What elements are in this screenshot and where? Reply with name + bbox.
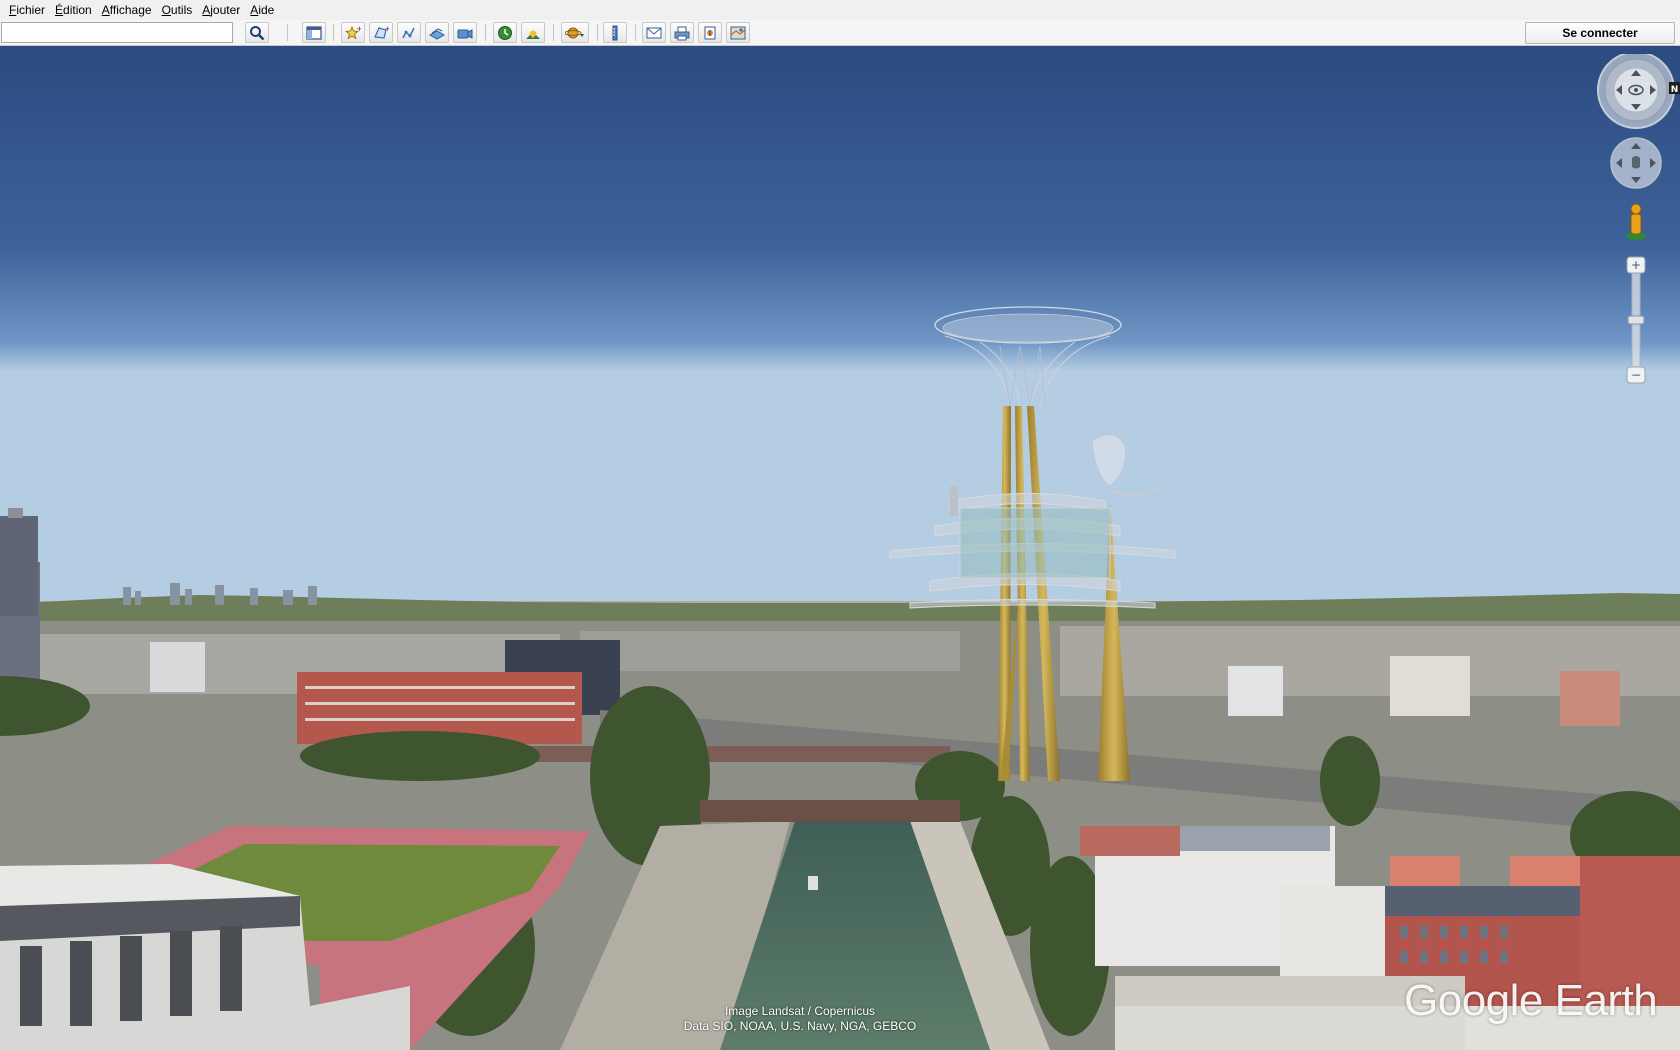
path-icon [402,27,415,38]
toolbar: + + Se connecter [0,20,1680,46]
look-joystick[interactable] [1597,54,1675,129]
add-placemark-button[interactable]: + [341,22,365,43]
search-input[interactable] [1,22,233,43]
planet-switch-icon [565,27,584,38]
earth-3d-view[interactable]: N + − Image Landsat / Copernicus Data SI… [0,46,1680,1050]
historical-imagery-button[interactable] [493,22,517,43]
north-ring-marker[interactable]: N [1669,82,1680,95]
menu-edition[interactable]: Édition [50,3,97,17]
sunlight-button[interactable] [521,22,545,43]
save-image-icon [704,26,716,39]
tour-record-icon [457,28,473,39]
toolbar-separator [485,24,486,41]
google-earth-logo: Google Earth [1404,976,1658,1025]
historical-imagery-icon [498,25,512,40]
print-icon [674,26,690,40]
ruler-icon [612,25,618,40]
toolbar-separator [635,24,636,41]
search-icon [250,25,265,40]
sidebar-toggle-button[interactable] [302,22,326,43]
toolbar-separator [553,24,554,41]
toolbar-separator [597,24,598,41]
add-image-overlay-button[interactable] [425,22,449,43]
north-label: N [1671,85,1679,95]
navigation-controls: N + − [1597,54,1680,384]
menu-bar: Fichier Édition Affichage Outils Ajouter… [0,0,1680,20]
polygon-icon: + [374,25,390,39]
menu-affichage[interactable]: Affichage [97,3,157,17]
save-image-button[interactable] [698,22,722,43]
move-joystick[interactable] [1610,137,1662,189]
imagery-credit: Image Landsat / Copernicus [724,1004,876,1018]
view-in-maps-icon [730,26,746,39]
ruler-button[interactable] [603,22,627,43]
svg-text:−: − [1631,368,1641,382]
add-polygon-button[interactable]: + [369,22,393,43]
scene-illustration [0,46,1680,1050]
print-button[interactable] [670,22,694,43]
view-in-maps-button[interactable] [726,22,750,43]
search-button[interactable] [245,22,269,43]
street-view-pegman-icon[interactable] [1626,203,1646,240]
planet-switch-button[interactable] [561,22,589,43]
sign-in-button[interactable]: Se connecter [1525,22,1675,44]
toolbar-separator [287,24,288,41]
sunlight-icon [526,30,540,39]
email-icon [646,27,662,38]
placemark-icon: + [345,25,362,39]
svg-text:+: + [357,25,362,33]
data-credit: Data SIO, NOAA, U.S. Navy, NGA, GEBCO [683,1019,917,1033]
email-button[interactable] [642,22,666,43]
zoom-slider[interactable]: + − [1626,256,1646,384]
toolbar-separator [333,24,334,41]
menu-aide[interactable]: Aide [245,3,279,17]
record-tour-button[interactable] [453,22,477,43]
menu-fichier[interactable]: Fichier [4,3,50,17]
image-overlay-icon [429,27,445,40]
svg-text:+: + [385,25,390,33]
svg-text:+: + [1631,258,1641,272]
sidebar-toggle-icon [306,25,322,40]
menu-ajouter[interactable]: Ajouter [197,3,245,17]
add-path-button[interactable] [397,22,421,43]
menu-outils[interactable]: Outils [157,3,198,17]
